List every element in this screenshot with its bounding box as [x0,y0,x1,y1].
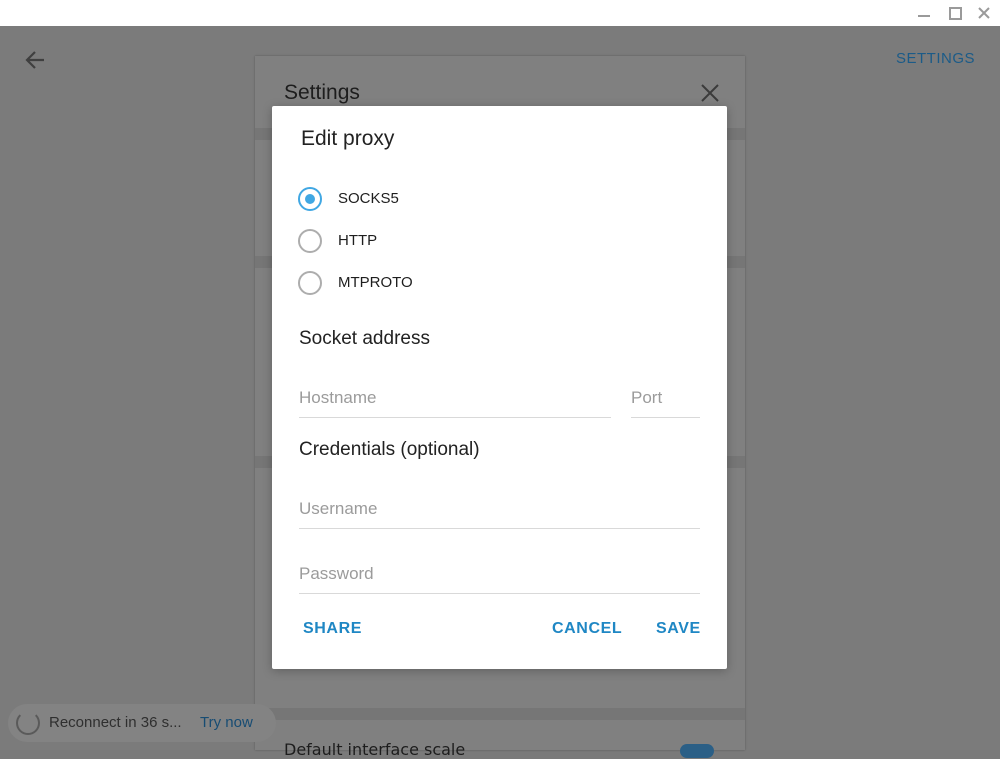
radio-label: MTPROTO [338,274,413,291]
back-arrow-icon[interactable] [22,46,50,74]
minimize-icon[interactable] [913,3,935,23]
close-icon[interactable] [697,80,723,106]
radio-unchecked-icon[interactable] [298,271,322,295]
loading-spinner-icon [16,711,40,735]
interface-scale-toggle[interactable] [680,744,714,758]
edit-proxy-dialog: Edit proxy SOCKS5 HTTP MTPROTO Socket ad… [272,106,727,669]
cancel-button[interactable]: CANCEL [552,620,622,638]
credentials-heading: Credentials (optional) [299,439,480,460]
radio-checked-icon[interactable] [298,187,322,211]
save-button[interactable]: SAVE [656,620,701,638]
dialog-title: Edit proxy [301,127,395,150]
radio-unchecked-icon[interactable] [298,229,322,253]
password-field[interactable] [299,559,700,594]
close-icon[interactable] [973,3,995,23]
username-input[interactable] [299,494,700,524]
radio-label: HTTP [338,232,378,249]
port-field[interactable] [631,383,700,418]
try-now-link[interactable]: Try now [200,714,253,731]
proxy-type-http[interactable]: HTTP [298,227,598,257]
socket-address-heading: Socket address [299,328,430,349]
username-field[interactable] [299,494,700,529]
proxy-type-socks5[interactable]: SOCKS5 [298,185,598,215]
status-text: Reconnect in 36 s... [49,714,182,731]
proxy-type-mtproto[interactable]: MTPROTO [298,269,598,299]
radio-label: SOCKS5 [338,190,399,207]
password-input[interactable] [299,559,700,589]
window-titlebar [0,0,1000,26]
hostname-field[interactable] [299,383,611,418]
connection-status: Reconnect in 36 s... Try now [8,704,276,742]
hostname-input[interactable] [299,383,611,413]
maximize-icon[interactable] [943,3,965,23]
settings-title: Settings [284,81,360,104]
port-input[interactable] [631,383,700,413]
section-divider [255,708,745,720]
share-button[interactable]: SHARE [303,620,362,638]
settings-link[interactable]: SETTINGS [896,50,975,67]
